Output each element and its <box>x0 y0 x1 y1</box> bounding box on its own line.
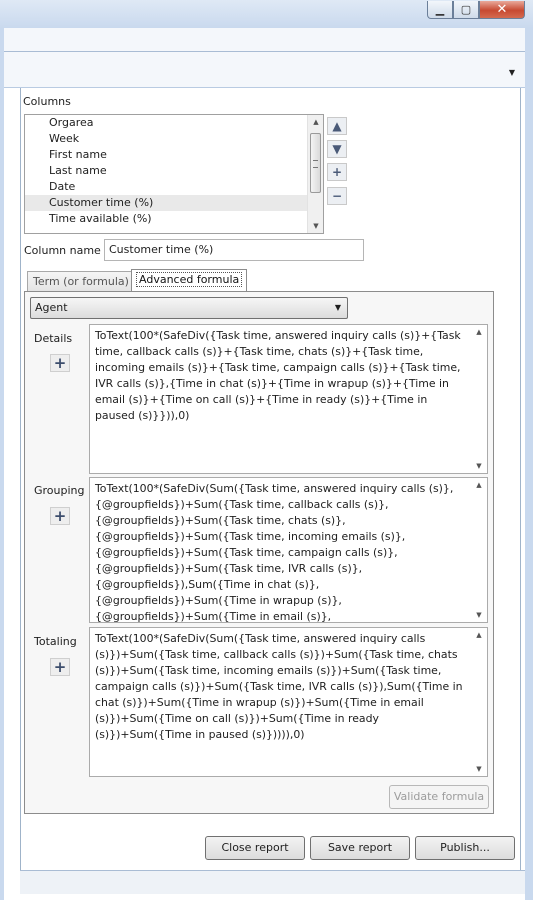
chevron-down-icon: ▼ <box>334 303 341 312</box>
columns-list-item[interactable]: Time available (%) <box>25 211 323 227</box>
minimize-button[interactable]: ▁ <box>427 1 453 19</box>
columns-list-item[interactable]: Last name <box>25 163 323 179</box>
level-combobox-value: Agent <box>35 301 68 314</box>
toolbar-dropdown-icon[interactable]: ▼ <box>509 68 515 77</box>
columns-list-item[interactable]: Week <box>25 131 323 147</box>
totaling-scrollbar[interactable]: ▲ ▼ <box>471 628 487 776</box>
columns-label: Columns <box>23 95 71 108</box>
tab-term-or-formula[interactable]: Term (or formula) <box>27 271 135 292</box>
columns-list-item[interactable]: First name <box>25 147 323 163</box>
window-frame-left <box>0 28 4 900</box>
toolbar-band: ▼ <box>4 28 525 88</box>
column-name-input[interactable]: Customer time (%) <box>104 239 364 261</box>
status-bar <box>20 870 525 894</box>
window-titlebar: ▁ ▢ ✕ <box>0 0 533 28</box>
window-controls: ▁ ▢ ✕ <box>427 1 525 19</box>
tab-advanced-formula[interactable]: Advanced formula <box>131 269 248 292</box>
scroll-up-icon[interactable]: ▲ <box>471 325 487 339</box>
scroll-down-icon[interactable]: ▼ <box>308 219 323 233</box>
totaling-formula-editor[interactable]: ToText(100*(SafeDiv(Sum({Task time, answ… <box>89 627 488 777</box>
grouping-label: Grouping <box>34 484 85 497</box>
columns-list-item[interactable]: Orgarea <box>25 115 323 131</box>
move-down-button[interactable]: ▼ <box>327 140 347 158</box>
level-combobox[interactable]: Agent ▼ <box>30 297 348 319</box>
columns-list-scrollbar[interactable]: ▲ ▼ <box>307 115 323 233</box>
details-insert-field-button[interactable]: + <box>50 354 70 372</box>
totaling-insert-field-button[interactable]: + <box>50 658 70 676</box>
totaling-label: Totaling <box>34 635 77 648</box>
scroll-down-icon[interactable]: ▼ <box>471 762 487 776</box>
tab-term-label: Term (or formula) <box>33 275 129 288</box>
close-window-button[interactable]: ✕ <box>479 1 525 19</box>
save-report-button[interactable]: Save report <box>310 836 410 860</box>
totaling-formula-text: ToText(100*(SafeDiv(Sum({Task time, answ… <box>95 632 463 741</box>
columns-list-item[interactable]: Date <box>25 179 323 195</box>
columns-list[interactable]: Orgarea Week First name Last name Date Custom… <box>24 114 324 234</box>
grouping-scrollbar[interactable]: ▲ ▼ <box>471 478 487 622</box>
scroll-thumb[interactable] <box>310 133 321 193</box>
maximize-button[interactable]: ▢ <box>453 1 479 19</box>
details-scrollbar[interactable]: ▲ ▼ <box>471 325 487 473</box>
grouping-insert-field-button[interactable]: + <box>50 507 70 525</box>
add-column-button[interactable]: + <box>327 163 347 181</box>
remove-column-button[interactable]: − <box>327 187 347 205</box>
columns-list-item[interactable]: Customer time (%) <box>25 195 323 211</box>
toolbar-divider <box>4 51 525 52</box>
scroll-up-icon[interactable]: ▲ <box>471 478 487 492</box>
close-report-button[interactable]: Close report <box>205 836 305 860</box>
scroll-down-icon[interactable]: ▼ <box>471 459 487 473</box>
scroll-up-icon[interactable]: ▲ <box>471 628 487 642</box>
details-formula-editor[interactable]: ToText(100*(SafeDiv({Task time, answered… <box>89 324 488 474</box>
grouping-formula-text: ToText(100*(SafeDiv(Sum({Task time, answ… <box>95 482 454 623</box>
column-name-label: Column name <box>24 244 101 257</box>
grouping-formula-editor[interactable]: ToText(100*(SafeDiv(Sum({Task time, answ… <box>89 477 488 623</box>
move-up-button[interactable]: ▲ <box>327 117 347 135</box>
tab-advanced-label: Advanced formula <box>135 272 243 287</box>
details-label: Details <box>34 332 73 345</box>
scroll-down-icon[interactable]: ▼ <box>471 608 487 622</box>
details-formula-text: ToText(100*(SafeDiv({Task time, answered… <box>95 329 461 422</box>
publish-button[interactable]: Publish... <box>415 836 515 860</box>
validate-formula-button[interactable]: Validate formula <box>389 785 489 809</box>
scroll-up-icon[interactable]: ▲ <box>308 115 323 129</box>
window-frame-right <box>525 28 533 900</box>
columns-list-items: Orgarea Week First name Last name Date Custom… <box>25 115 323 227</box>
